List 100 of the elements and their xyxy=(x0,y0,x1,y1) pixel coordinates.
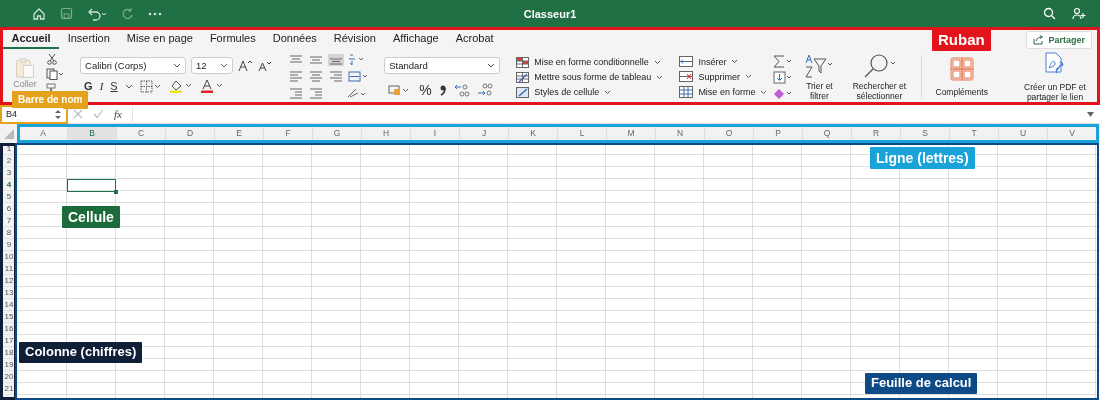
row-header[interactable]: 13 xyxy=(0,287,18,299)
row-header[interactable]: 19 xyxy=(0,359,18,371)
row-header[interactable]: 17 xyxy=(0,335,18,347)
caret-icon[interactable] xyxy=(731,59,739,64)
caret-icon[interactable] xyxy=(656,74,664,80)
fill-down-icon[interactable] xyxy=(773,70,794,84)
font-size-select[interactable]: 12 xyxy=(191,57,234,74)
column-header[interactable]: C xyxy=(116,124,165,142)
person-add-icon[interactable] xyxy=(1072,6,1086,21)
row-header[interactable]: 9 xyxy=(0,239,18,251)
row-header[interactable]: 7 xyxy=(0,215,18,227)
row-header[interactable]: 15 xyxy=(0,311,18,323)
copy-icon[interactable] xyxy=(46,68,64,80)
increase-decimal-icon[interactable] xyxy=(453,82,470,97)
find-select-label[interactable]: Rechercher et sélectionner xyxy=(845,80,914,102)
ribbon-command[interactable]: Mise en forme xyxy=(698,87,756,97)
column-header[interactable]: P xyxy=(753,124,802,142)
underline-button[interactable]: S xyxy=(110,80,118,92)
share-button[interactable]: Partager xyxy=(1026,31,1092,49)
row-header[interactable]: 4 xyxy=(0,179,18,191)
sort-filter-icon[interactable] xyxy=(804,52,835,79)
home-icon[interactable] xyxy=(32,6,46,21)
ribbon-tab[interactable]: Formules xyxy=(201,32,265,49)
caret-icon[interactable] xyxy=(604,89,612,95)
shrink-font-icon[interactable] xyxy=(258,59,273,72)
row-header[interactable]: 6 xyxy=(0,203,18,215)
search-icon[interactable] xyxy=(1043,7,1056,20)
ribbon-tab[interactable]: Accueil xyxy=(3,32,60,49)
row-header[interactable]: 2 xyxy=(0,155,18,167)
column-header[interactable]: D xyxy=(165,124,214,142)
row-header[interactable]: 18 xyxy=(0,347,18,359)
grow-font-icon[interactable] xyxy=(238,59,254,72)
column-header[interactable]: U xyxy=(998,124,1047,142)
caret-icon[interactable] xyxy=(124,83,133,89)
ribbon-tab[interactable]: Révision xyxy=(325,32,385,49)
insert-function-button[interactable]: fx xyxy=(114,108,122,120)
sum-icon[interactable] xyxy=(773,54,794,68)
font-color-icon[interactable] xyxy=(199,79,224,93)
number-format-select[interactable]: Standard xyxy=(384,56,501,74)
add-ins-label[interactable]: Compléments xyxy=(935,86,988,98)
column-header[interactable]: I xyxy=(410,124,459,142)
scissors-icon[interactable] xyxy=(46,53,58,65)
ribbon-tab[interactable]: Acrobat xyxy=(447,32,503,49)
row-header[interactable]: 12 xyxy=(0,275,18,287)
italic-button[interactable]: I xyxy=(99,80,104,92)
create-pdf-label[interactable]: Créer un PDF et partager le lien xyxy=(1016,81,1094,103)
row-header[interactable]: 3 xyxy=(0,167,18,179)
borders-icon[interactable] xyxy=(139,79,162,93)
caret-icon[interactable] xyxy=(653,59,661,65)
row-header[interactable]: 8 xyxy=(0,227,18,239)
decrease-decimal-icon[interactable] xyxy=(476,82,493,97)
stepper-icon[interactable] xyxy=(55,108,61,120)
row-header[interactable]: 10 xyxy=(0,251,18,263)
column-header[interactable]: T xyxy=(949,124,998,142)
more-icon[interactable] xyxy=(148,11,162,16)
column-header[interactable]: R xyxy=(851,124,900,142)
table-style-icon[interactable] xyxy=(516,71,530,83)
row-header[interactable]: 1 xyxy=(0,143,18,155)
column-header[interactable]: N xyxy=(655,124,704,142)
column-header[interactable]: G xyxy=(312,124,361,142)
column-header[interactable]: S xyxy=(900,124,949,142)
row-header[interactable]: 5 xyxy=(0,191,18,203)
active-cell[interactable] xyxy=(67,179,116,192)
column-header[interactable]: H xyxy=(361,124,410,142)
delete-cells-icon[interactable] xyxy=(679,71,694,82)
sort-filter-label[interactable]: Trier et filtrer xyxy=(799,80,840,102)
column-header[interactable]: K xyxy=(508,124,557,142)
brush-icon[interactable] xyxy=(46,83,58,93)
cell-styles-icon[interactable] xyxy=(516,86,530,98)
column-header[interactable]: E xyxy=(214,124,263,142)
bold-button[interactable]: G xyxy=(84,80,93,92)
ribbon-tab[interactable]: Affichage xyxy=(384,32,448,49)
insert-cells-icon[interactable] xyxy=(679,56,694,67)
column-header[interactable]: F xyxy=(263,124,312,142)
ribbon-command[interactable]: Mettre sous forme de tableau xyxy=(534,72,652,82)
column-header[interactable]: J xyxy=(459,124,508,142)
ribbon-command[interactable]: Styles de cellule xyxy=(534,87,600,97)
undo-icon[interactable] xyxy=(87,6,107,21)
expand-icon[interactable] xyxy=(1087,111,1094,117)
row-header[interactable]: 16 xyxy=(0,323,18,335)
column-header[interactable]: Q xyxy=(802,124,851,142)
caret-icon[interactable] xyxy=(760,89,768,95)
column-header[interactable]: O xyxy=(704,124,753,142)
ribbon-tab[interactable]: Mise en page xyxy=(118,32,202,49)
fill-color-icon[interactable] xyxy=(168,79,193,93)
row-header[interactable]: 14 xyxy=(0,299,18,311)
ribbon-command[interactable]: Mise en forme conditionnelle xyxy=(534,57,649,67)
ribbon-command[interactable]: Insérer xyxy=(698,56,727,67)
pdf-link-icon[interactable] xyxy=(1044,51,1066,76)
row-header[interactable]: 11 xyxy=(0,263,18,275)
ribbon-tab[interactable]: Données xyxy=(264,32,326,49)
format-cells-icon[interactable] xyxy=(679,86,694,98)
row-header[interactable]: 21 xyxy=(0,383,18,395)
column-header[interactable]: M xyxy=(606,124,655,142)
font-select[interactable]: Calibri (Corps) xyxy=(80,57,187,74)
ribbon-tab[interactable]: Insertion xyxy=(59,32,119,49)
comma-style-icon[interactable] xyxy=(438,83,447,96)
caret-icon[interactable] xyxy=(744,74,752,79)
conditional-format-icon[interactable] xyxy=(516,56,530,68)
eraser-icon[interactable] xyxy=(773,86,794,100)
